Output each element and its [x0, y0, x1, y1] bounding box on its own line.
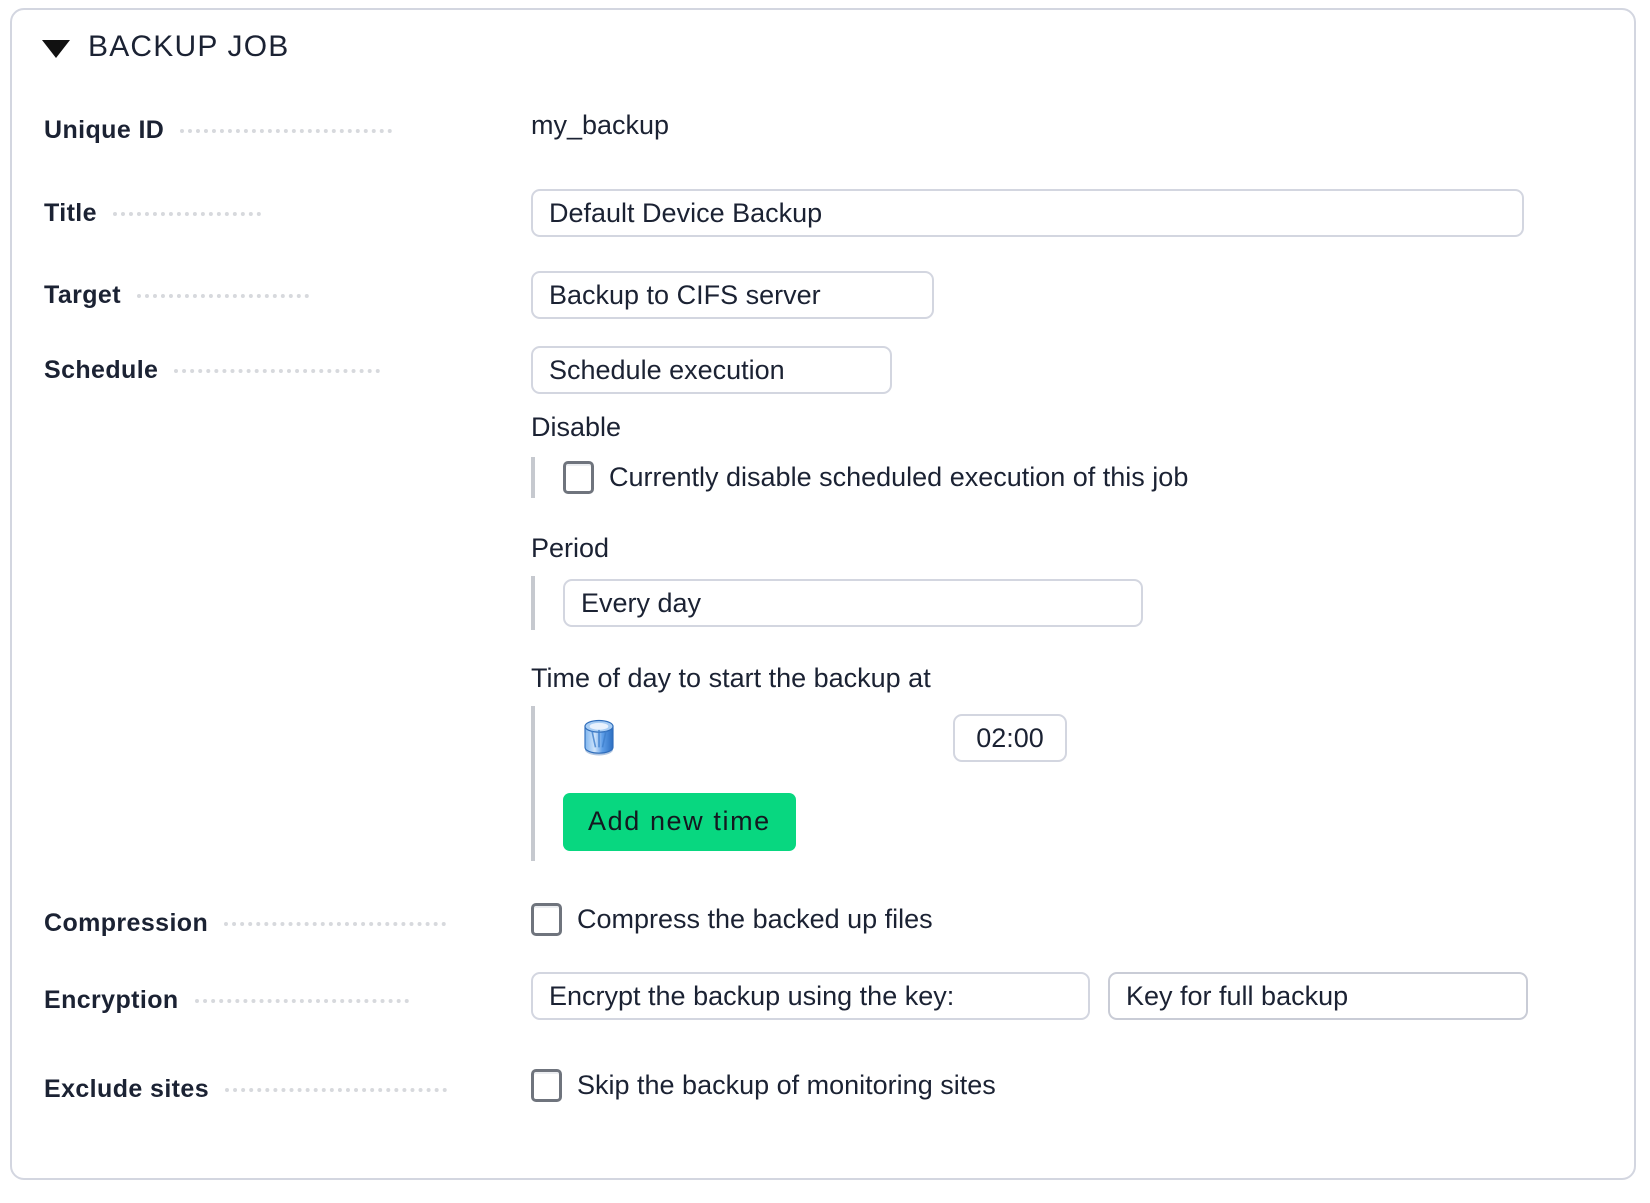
exclude-sites-checkbox[interactable] [531, 1069, 562, 1102]
encryption-controls: Encrypt the backup using the key: Key fo… [531, 972, 1528, 1020]
period-indent: Every day [531, 576, 1188, 630]
disable-checkbox-label: Currently disable scheduled execution of… [609, 462, 1188, 493]
schedule-select[interactable]: Schedule execution [531, 346, 892, 394]
title-input[interactable]: Default Device Backup [531, 189, 1524, 237]
time-entry-row: 02:00 [563, 712, 1188, 764]
label-compression-text: Compression [44, 909, 208, 938]
compression-checkbox-row[interactable]: Compress the backed up files [531, 903, 933, 936]
schedule-time-group: Time of day to start the backup at [531, 663, 1188, 861]
field-title: Default Device Backup [531, 189, 1524, 237]
schedule-period-group: Period Every day [531, 533, 1188, 630]
target-select[interactable]: Backup to CIFS server [531, 271, 934, 319]
field-exclude-sites: Skip the backup of monitoring sites [531, 1069, 996, 1102]
exclude-sites-checkbox-row[interactable]: Skip the backup of monitoring sites [531, 1069, 996, 1102]
page-title: BACKUP JOB [88, 30, 290, 64]
disable-indent: Currently disable scheduled execution of… [531, 457, 1188, 498]
disable-heading: Disable [531, 412, 1188, 443]
schedule-disable-group: Disable Currently disable scheduled exec… [531, 412, 1188, 498]
field-schedule: Schedule execution Disable Currently dis… [531, 346, 1188, 861]
field-target: Backup to CIFS server [531, 271, 934, 319]
encryption-key-select[interactable]: Key for full backup [1108, 972, 1528, 1020]
label-encryption-text: Encryption [44, 986, 179, 1015]
leader-dots [225, 1088, 447, 1092]
label-exclude-sites: Exclude sites [44, 1075, 506, 1104]
label-schedule-text: Schedule [44, 356, 158, 385]
compression-checkbox[interactable] [531, 903, 562, 936]
label-unique-id-text: Unique ID [44, 116, 164, 145]
compression-checkbox-label: Compress the backed up files [577, 904, 933, 935]
leader-dots [180, 129, 392, 133]
leader-dots [137, 294, 309, 298]
label-unique-id: Unique ID [44, 116, 506, 145]
label-exclude-sites-text: Exclude sites [44, 1075, 209, 1104]
indent-bar [531, 576, 535, 630]
disable-checkbox-row[interactable]: Currently disable scheduled execution of… [563, 461, 1188, 494]
leader-dots [224, 922, 446, 926]
indent-bar [531, 706, 535, 861]
trash-bin-icon[interactable] [580, 717, 618, 759]
leader-dots [174, 369, 380, 373]
label-target: Target [44, 281, 506, 310]
delete-time-button[interactable] [563, 717, 635, 759]
add-new-time-wrap: Add new time [563, 793, 1188, 851]
time-of-day-indent: 02:00 Add new time [531, 706, 1188, 861]
indent-bar [531, 457, 535, 498]
leader-dots [113, 212, 261, 216]
unique-id-value: my_backup [531, 110, 669, 141]
backup-job-panel: BACKUP JOB Unique ID my_backup Title Def… [10, 8, 1636, 1180]
caret-down-icon[interactable] [42, 40, 70, 58]
period-select[interactable]: Every day [563, 579, 1143, 627]
label-target-text: Target [44, 281, 121, 310]
label-compression: Compression [44, 909, 506, 938]
field-unique-id: my_backup [531, 110, 669, 141]
time-of-day-heading: Time of day to start the backup at [531, 663, 1188, 694]
encryption-mode-select[interactable]: Encrypt the backup using the key: [531, 972, 1090, 1020]
field-compression: Compress the backed up files [531, 903, 933, 936]
label-title: Title [44, 199, 506, 228]
label-schedule: Schedule [44, 356, 506, 385]
period-heading: Period [531, 533, 1188, 564]
disable-checkbox[interactable] [563, 461, 594, 494]
leader-dots [195, 999, 409, 1003]
exclude-sites-checkbox-label: Skip the backup of monitoring sites [577, 1070, 996, 1101]
time-input[interactable]: 02:00 [953, 714, 1067, 762]
field-encryption: Encrypt the backup using the key: Key fo… [531, 972, 1528, 1020]
add-new-time-button[interactable]: Add new time [563, 793, 796, 851]
label-encryption: Encryption [44, 986, 506, 1015]
panel-header[interactable]: BACKUP JOB [42, 24, 290, 70]
label-title-text: Title [44, 199, 97, 228]
